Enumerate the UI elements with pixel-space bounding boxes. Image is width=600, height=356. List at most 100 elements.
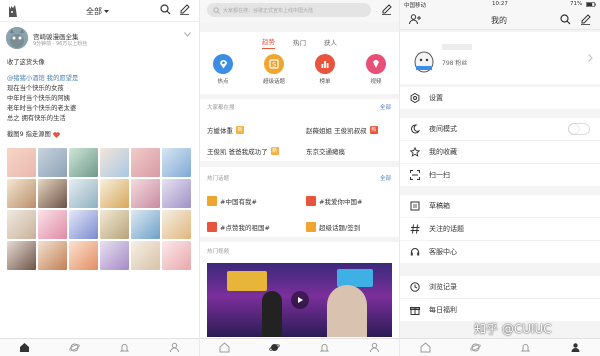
- category-hot[interactable]: 热点: [208, 54, 238, 85]
- grid-image[interactable]: [7, 179, 36, 208]
- clock-icon: [410, 282, 420, 292]
- menu-history[interactable]: 浏览记录: [400, 276, 600, 298]
- notification-icon[interactable]: [520, 342, 531, 353]
- discover-icon[interactable]: [469, 342, 481, 353]
- post-text: 收了这货头像 @猪猪小酒馆 我的愿望是 现在当个快乐的女孩 中年时当个快乐的阿姨…: [7, 58, 193, 140]
- search-icon[interactable]: [160, 4, 171, 15]
- grid-image[interactable]: [100, 148, 129, 177]
- grid-image[interactable]: [162, 241, 191, 270]
- grid-image[interactable]: [7, 148, 36, 177]
- hashtag-icon: [410, 224, 420, 234]
- menu-label: 草稿箱: [429, 202, 450, 210]
- menu-night-mode[interactable]: 夜间模式: [400, 118, 600, 140]
- add-friend-icon[interactable]: [409, 14, 421, 25]
- menu-scan[interactable]: 扫一扫: [400, 164, 600, 186]
- topic-item[interactable]: #中国有我#: [207, 196, 257, 206]
- feed-filter-dropdown[interactable]: 全部: [86, 6, 109, 17]
- profile-icon[interactable]: [570, 342, 581, 353]
- grid-image[interactable]: [131, 179, 160, 208]
- bottom-tab-bar: [0, 338, 199, 356]
- grid-image[interactable]: [162, 210, 191, 239]
- menu-drafts[interactable]: 草稿箱: [400, 195, 600, 217]
- grid-image[interactable]: [162, 148, 191, 177]
- avatar[interactable]: [410, 42, 438, 74]
- grid-image[interactable]: [100, 241, 129, 270]
- post-line: @猪猪小酒馆 我的愿望是: [7, 75, 79, 82]
- location-icon: [213, 54, 233, 74]
- tab-trend[interactable]: 趋势: [262, 36, 275, 49]
- bottom-tab-bar: [400, 338, 600, 356]
- profile-icon[interactable]: [369, 342, 380, 353]
- grid-image[interactable]: [69, 241, 98, 270]
- trending-item[interactable]: 赵薇姐姐 王俊凯叔叔 热: [306, 125, 378, 135]
- settings-icon: [410, 93, 420, 103]
- grid-image[interactable]: [7, 241, 36, 270]
- trending-text: 赵薇姐姐 王俊凯叔叔: [306, 127, 367, 135]
- compose-icon[interactable]: [179, 4, 190, 15]
- chevron-right-icon[interactable]: [588, 54, 593, 62]
- topic-text: #我爱你中国#: [319, 198, 363, 206]
- discover-icon[interactable]: [269, 342, 280, 353]
- post-line: 老年时当个快乐的老太婆: [7, 105, 77, 112]
- grid-image[interactable]: [131, 210, 160, 239]
- tab-people[interactable]: 获人: [324, 37, 337, 49]
- grid-image[interactable]: [131, 148, 160, 177]
- menu-settings[interactable]: 设置: [400, 87, 600, 109]
- home-icon[interactable]: [219, 342, 230, 353]
- home-icon[interactable]: [19, 342, 30, 353]
- notification-icon[interactable]: [319, 342, 330, 353]
- menu-favorites[interactable]: 我的收藏: [400, 141, 600, 163]
- grid-image[interactable]: [69, 210, 98, 239]
- page-title: 我的: [491, 16, 507, 25]
- play-icon[interactable]: [291, 291, 309, 309]
- more-link[interactable]: 全部: [380, 103, 391, 111]
- grid-image[interactable]: [100, 210, 129, 239]
- grid-image[interactable]: [162, 179, 191, 208]
- grid-image[interactable]: [38, 210, 67, 239]
- trending-item[interactable]: 方媛体重 新: [207, 125, 244, 135]
- chevron-down-icon[interactable]: [184, 32, 191, 37]
- category-ranking[interactable]: 榜单: [310, 54, 340, 85]
- topic-item[interactable]: #我爱你中国#: [306, 196, 362, 206]
- moon-icon: [410, 124, 420, 134]
- menu-followed-topics[interactable]: 关注的话题: [400, 218, 600, 240]
- topic-item[interactable]: 超级话题/签到: [306, 222, 360, 232]
- category-super-topic[interactable]: S 超级话题: [259, 54, 289, 85]
- menu-customer-service[interactable]: 客服中心: [400, 241, 600, 263]
- trending-item[interactable]: 东京交通瘫痪: [306, 146, 345, 156]
- grid-image[interactable]: [38, 179, 67, 208]
- post-author[interactable]: 宫崎骏漫画全集 9分钟前 · 96万以上粉丝: [0, 24, 199, 52]
- notification-icon[interactable]: [119, 342, 130, 353]
- followers-count[interactable]: 798 粉丝: [442, 58, 467, 67]
- video-thumbnail[interactable]: [207, 263, 392, 337]
- grid-image[interactable]: [69, 148, 98, 177]
- compose-icon[interactable]: [580, 14, 591, 25]
- trending-item[interactable]: 王俊凯 爸爸我成功了 新: [207, 146, 279, 156]
- home-icon[interactable]: [420, 342, 431, 353]
- post-line: 现在当个快乐的女孩: [7, 85, 64, 92]
- discover-icon[interactable]: [69, 342, 80, 353]
- grid-image[interactable]: [38, 148, 67, 177]
- profile-icon[interactable]: [169, 342, 180, 353]
- video-stage: [227, 271, 267, 291]
- tab-hot[interactable]: 热门: [293, 37, 306, 49]
- more-link[interactable]: 全部: [380, 174, 391, 182]
- grid-image[interactable]: [7, 210, 36, 239]
- profile-card[interactable]: 798 粉丝: [400, 32, 600, 84]
- grid-image[interactable]: [131, 241, 160, 270]
- avatar[interactable]: [6, 27, 28, 49]
- feed-filter-label: 全部: [86, 7, 102, 16]
- grid-image[interactable]: [100, 179, 129, 208]
- category-video[interactable]: 视频: [361, 54, 391, 85]
- grid-image[interactable]: [69, 179, 98, 208]
- bar-chart-icon: [315, 54, 335, 74]
- night-mode-toggle[interactable]: [568, 123, 590, 135]
- menu-daily-rewards[interactable]: 每日福利: [400, 299, 600, 321]
- compose-icon[interactable]: [381, 4, 392, 15]
- search-icon[interactable]: [560, 14, 571, 25]
- toggle-knob: [569, 124, 579, 134]
- topic-item[interactable]: #点赞我的祖国#: [207, 222, 270, 232]
- scan-icon: [410, 170, 420, 180]
- grid-image[interactable]: [38, 241, 67, 270]
- search-input[interactable]: 大家都在搜：谷歌正式宣布上线中国大陆: [207, 3, 371, 17]
